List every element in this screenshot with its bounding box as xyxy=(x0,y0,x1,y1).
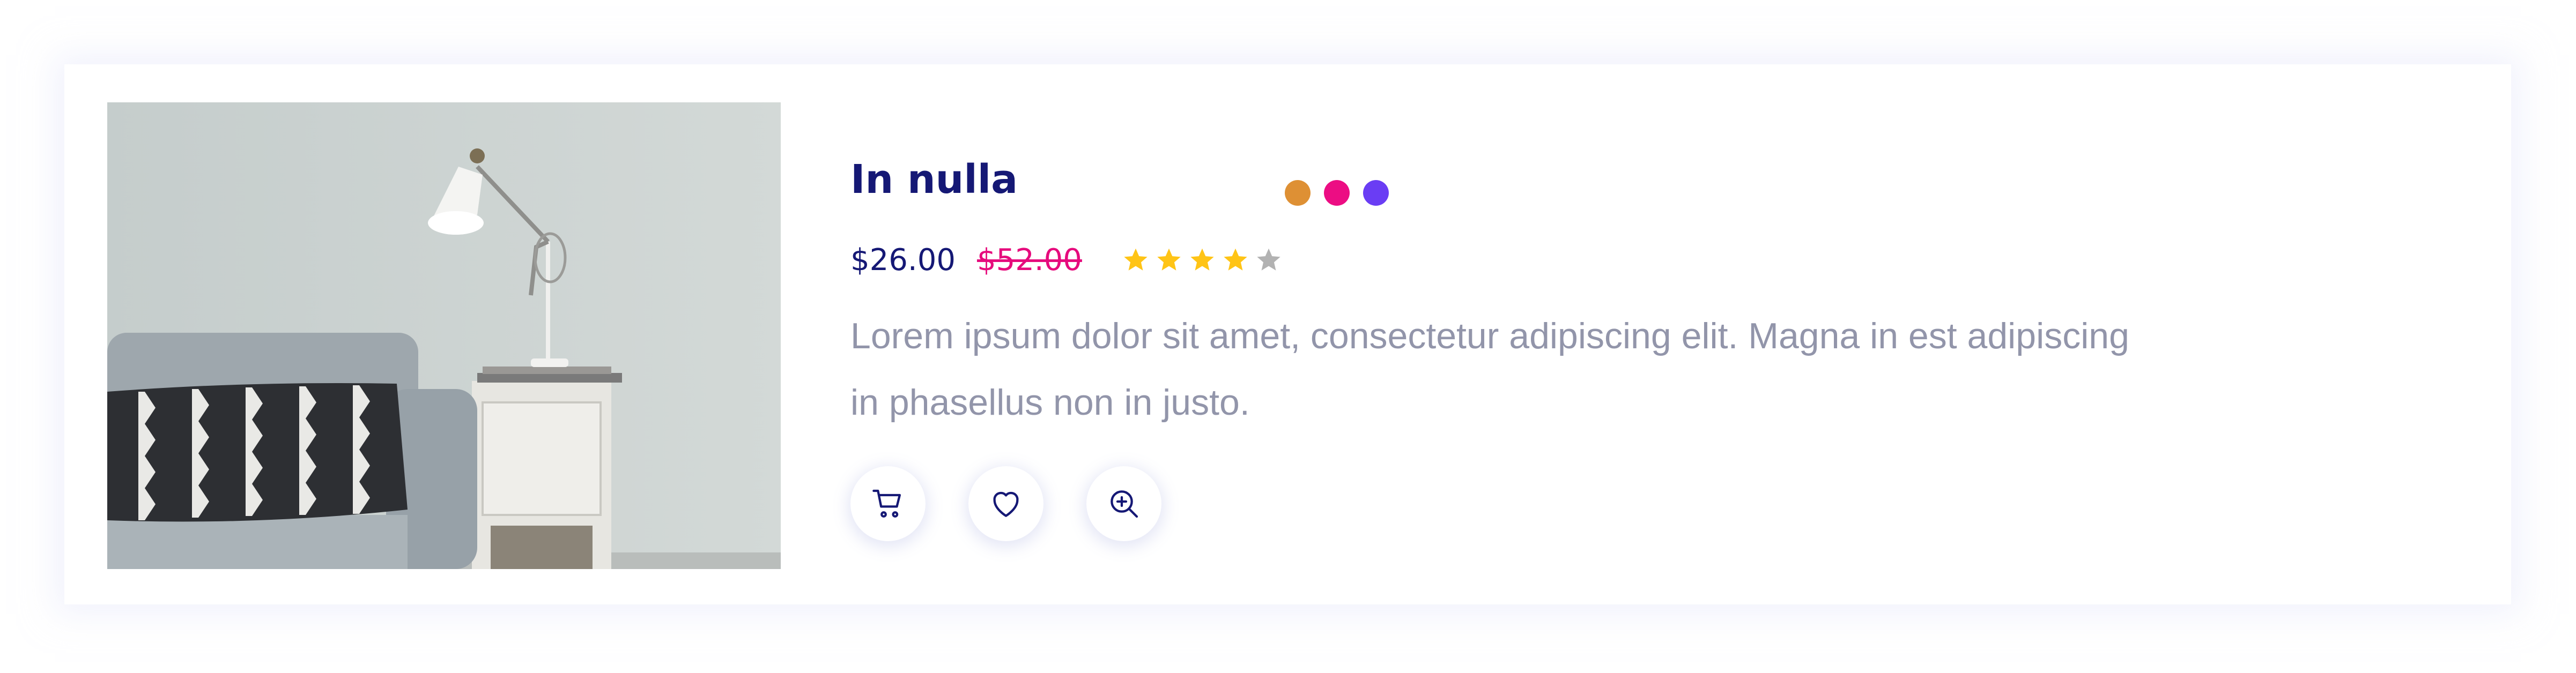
color-swatch-orange[interactable] xyxy=(1285,180,1311,206)
price-row: $26.00 $52.00 xyxy=(850,238,1283,281)
star-filled-icon xyxy=(1157,248,1181,271)
star-filled-icon xyxy=(1190,248,1214,271)
add-to-cart-button[interactable] xyxy=(850,466,926,541)
star-empty-icon xyxy=(1257,248,1280,271)
original-price: $52.00 xyxy=(976,242,1082,278)
product-description: Lorem ipsum dolor sit amet, consectetur … xyxy=(850,316,2129,423)
star-filled-icon xyxy=(1224,248,1247,271)
product-image[interactable] xyxy=(107,102,781,569)
color-swatch-pink[interactable] xyxy=(1324,180,1350,206)
current-price: $26.00 xyxy=(850,242,956,278)
star-filled-icon xyxy=(1124,248,1148,271)
heart-icon xyxy=(993,491,1019,517)
star-rating xyxy=(1122,246,1283,274)
cart-icon xyxy=(872,489,901,518)
color-swatches xyxy=(1285,180,1389,206)
wishlist-button[interactable] xyxy=(968,466,1043,541)
zoom-in-icon xyxy=(1111,490,1138,518)
product-actions xyxy=(850,466,1161,541)
product-title[interactable]: In nulla xyxy=(850,155,1018,204)
color-swatch-purple[interactable] xyxy=(1363,180,1389,206)
quick-view-button[interactable] xyxy=(1086,466,1161,541)
